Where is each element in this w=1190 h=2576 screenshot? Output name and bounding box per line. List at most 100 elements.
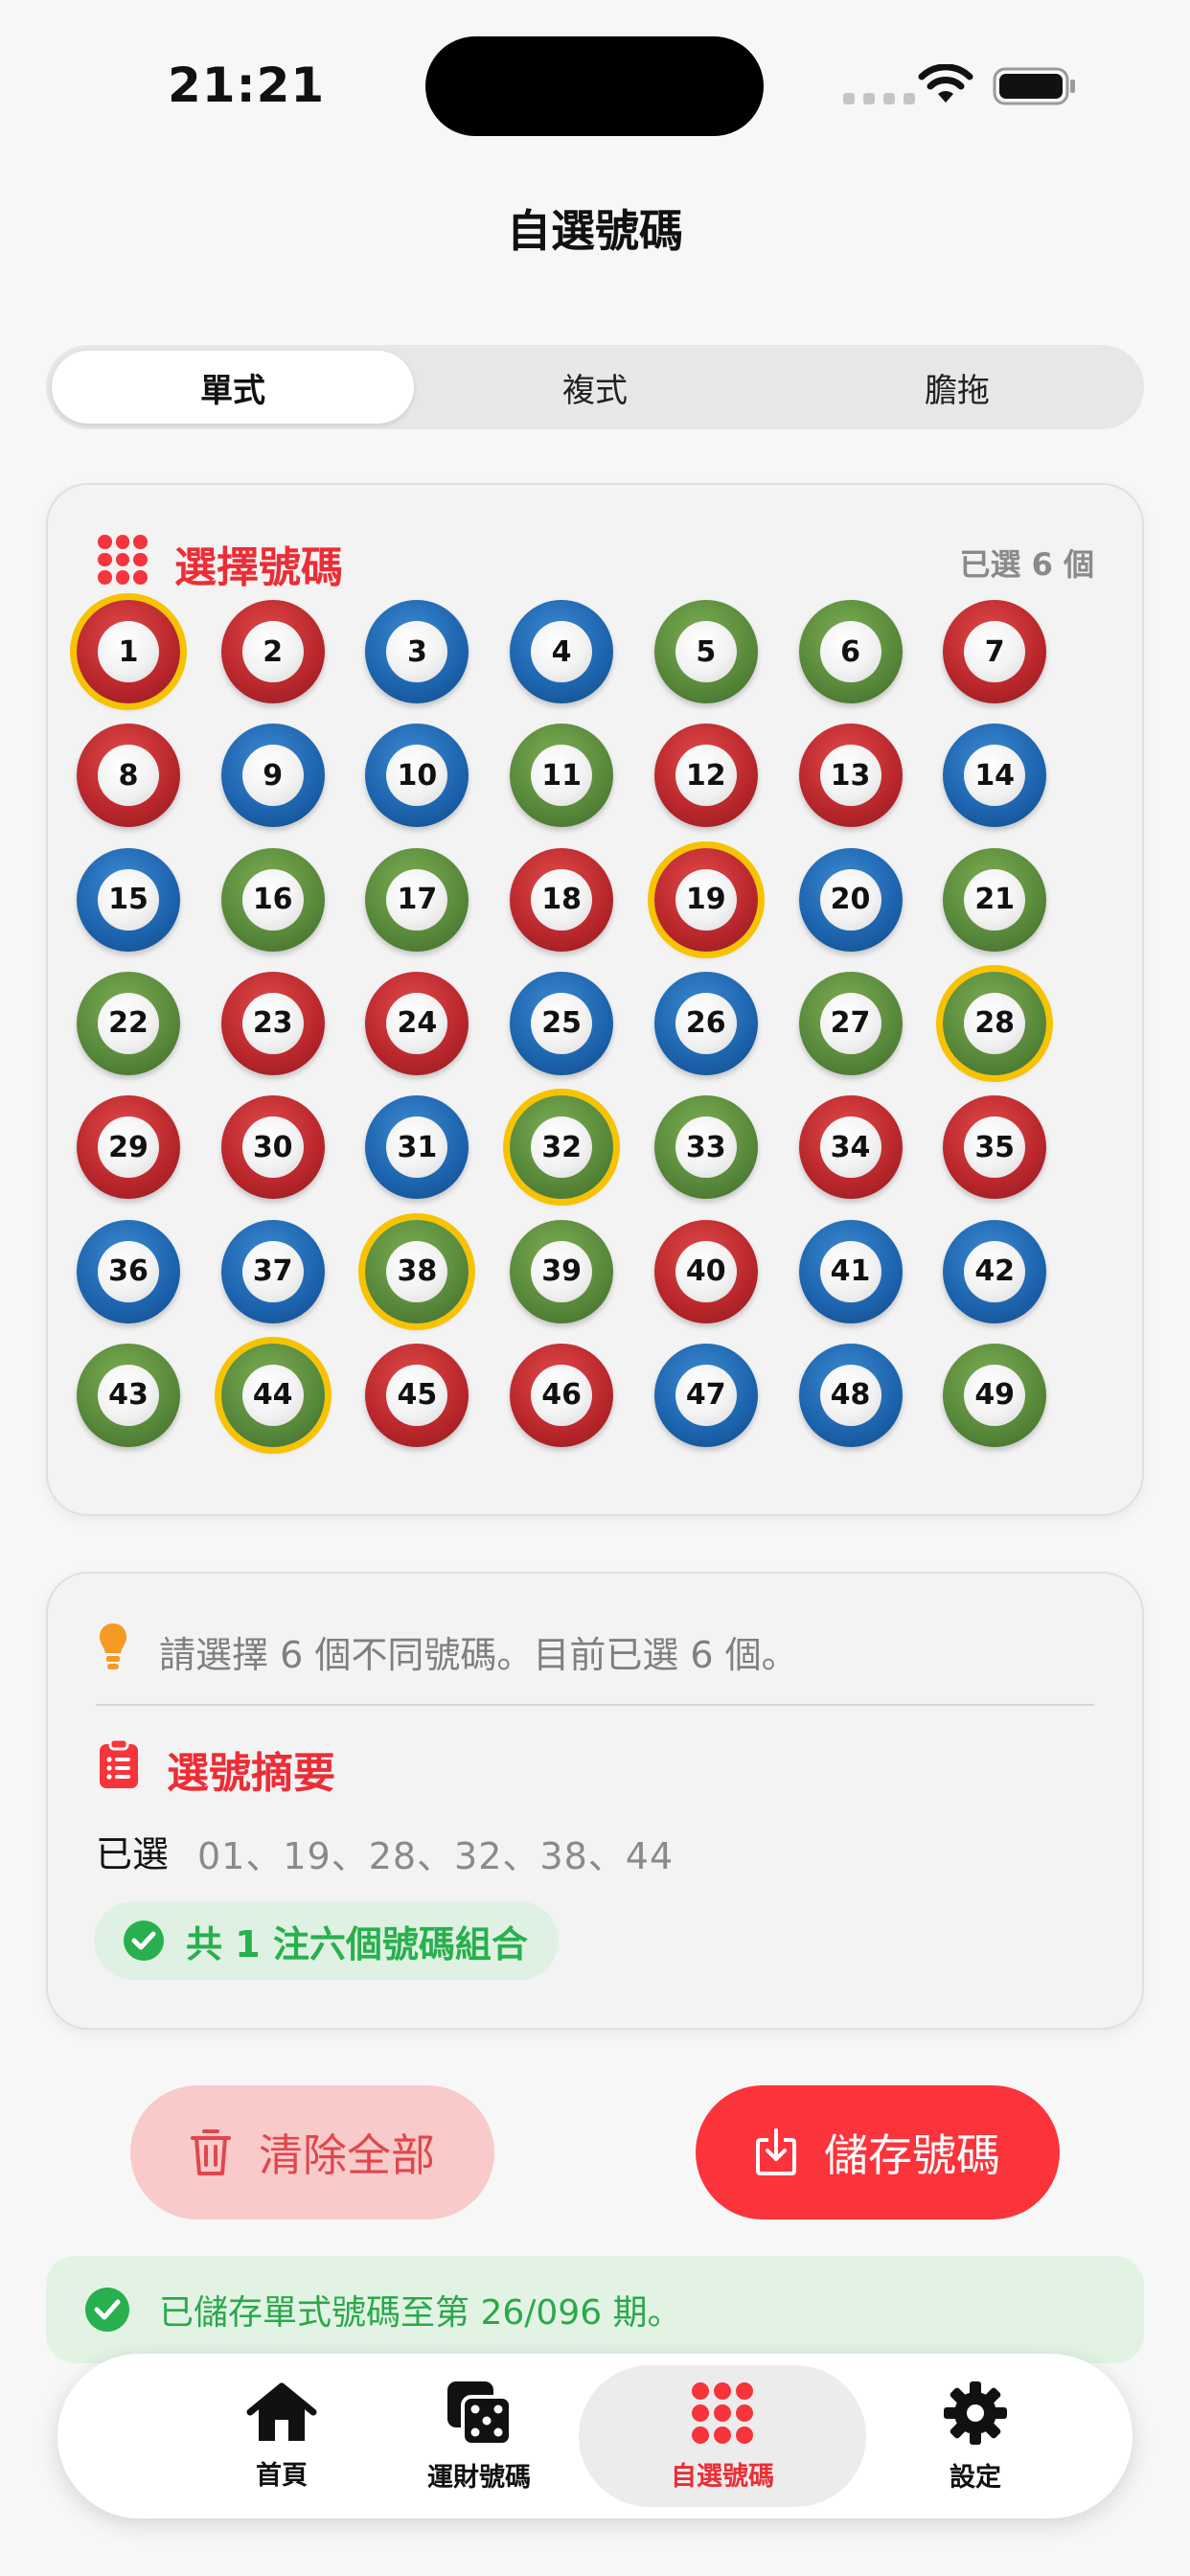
number-ball-label: 8 — [98, 745, 159, 807]
tab-label: 自選號碼 — [671, 2461, 774, 2492]
number-ball[interactable]: 16 — [220, 847, 325, 952]
clipboard-list-icon — [100, 1738, 138, 1788]
number-ball[interactable]: 42 — [943, 1219, 1047, 1323]
number-ball[interactable]: 2 — [220, 600, 325, 703]
number-ball[interactable]: 48 — [798, 1343, 903, 1447]
tab-settings[interactable]: 設定 — [841, 2354, 1110, 2518]
battery-icon — [993, 67, 1075, 105]
number-ball[interactable]: 11 — [510, 724, 614, 828]
tab-label: 設定 — [950, 2462, 1001, 2493]
number-ball[interactable]: 8 — [77, 724, 180, 828]
number-ball[interactable]: 26 — [653, 971, 758, 1075]
number-ball[interactable]: 1 — [77, 600, 180, 703]
number-ball[interactable]: 43 — [77, 1343, 180, 1447]
tab-multiple[interactable]: 複式 — [414, 351, 776, 424]
hint-text: 請選擇 6 個不同號碼。目前已選 6 個。 — [159, 1634, 798, 1676]
tab-lucky-numbers[interactable]: 運財號碼 — [345, 2354, 613, 2518]
number-ball[interactable]: 46 — [510, 1343, 614, 1447]
number-ball[interactable]: 35 — [943, 1095, 1047, 1200]
number-ball[interactable]: 21 — [943, 847, 1047, 952]
number-ball-label: 42 — [964, 1240, 1026, 1302]
number-ball[interactable]: 17 — [365, 847, 469, 952]
number-ball[interactable]: 18 — [510, 847, 614, 952]
number-ball-label: 3 — [386, 621, 448, 682]
number-ball-label: 11 — [531, 745, 593, 807]
number-ball[interactable]: 19 — [653, 847, 758, 952]
number-ball[interactable]: 14 — [943, 724, 1047, 828]
selected-label: 已選 — [96, 1833, 170, 1875]
dice-icon — [447, 2380, 513, 2447]
combination-text: 共 1 注六個號碼組合 — [186, 1922, 528, 1966]
number-ball-label: 46 — [531, 1364, 593, 1426]
number-ball[interactable]: 4 — [510, 600, 614, 703]
number-ball[interactable]: 6 — [798, 600, 903, 703]
number-ball-label: 22 — [98, 992, 159, 1054]
number-ball-label: 45 — [386, 1364, 448, 1426]
number-ball[interactable]: 44 — [220, 1343, 325, 1447]
number-ball[interactable]: 15 — [77, 847, 180, 952]
number-ball[interactable]: 40 — [653, 1219, 758, 1323]
number-ball-label: 16 — [241, 868, 304, 931]
number-ball-label: 17 — [386, 868, 448, 931]
save-numbers-button[interactable]: 儲存號碼 — [696, 2085, 1060, 2220]
lightbulb-icon — [100, 1623, 126, 1669]
wifi-icon — [918, 64, 973, 103]
number-ball-label: 40 — [675, 1240, 737, 1302]
number-ball[interactable]: 33 — [653, 1095, 758, 1200]
number-ball-label: 23 — [241, 992, 304, 1054]
number-ball[interactable]: 3 — [365, 600, 469, 703]
number-ball[interactable]: 29 — [77, 1095, 180, 1200]
number-ball[interactable]: 45 — [365, 1343, 469, 1447]
number-picker-card: 選擇號碼 已選 6 個 1 2 3 4 5 6 7 8 9 10 11 12 13 14 15 16 17 18 1… — [46, 483, 1144, 1516]
tab-single[interactable]: 單式 — [52, 351, 414, 424]
number-ball-label: 24 — [386, 992, 448, 1054]
number-ball[interactable]: 32 — [510, 1095, 614, 1200]
number-ball[interactable]: 12 — [653, 724, 758, 828]
number-ball[interactable]: 38 — [365, 1219, 469, 1323]
number-ball[interactable]: 5 — [653, 600, 758, 703]
summary-card: 請選擇 6 個不同號碼。目前已選 6 個。 選號摘要 已選 01、19、28、3… — [46, 1572, 1144, 2030]
number-ball[interactable]: 36 — [77, 1219, 180, 1323]
number-ball[interactable]: 13 — [798, 724, 903, 828]
number-ball[interactable]: 25 — [510, 971, 614, 1075]
number-ball[interactable]: 41 — [798, 1219, 903, 1323]
grid-dots-icon — [98, 535, 148, 585]
number-ball[interactable]: 24 — [365, 971, 469, 1075]
clear-all-label: 清除全部 — [259, 2129, 435, 2181]
number-ball[interactable]: 30 — [220, 1095, 325, 1200]
save-numbers-label: 儲存號碼 — [824, 2129, 1000, 2181]
check-circle-icon — [85, 2288, 129, 2332]
tab-label: 首頁 — [256, 2460, 308, 2491]
home-icon — [246, 2382, 317, 2441]
number-ball-label: 31 — [386, 1116, 448, 1179]
download-tray-icon — [756, 2128, 796, 2175]
number-ball-label: 48 — [819, 1364, 881, 1426]
number-ball[interactable]: 34 — [798, 1095, 903, 1200]
number-ball-label: 4 — [531, 621, 593, 682]
number-ball[interactable]: 27 — [798, 971, 903, 1075]
number-ball[interactable]: 37 — [220, 1219, 325, 1323]
number-ball[interactable]: 31 — [365, 1095, 469, 1200]
clear-all-button[interactable]: 清除全部 — [130, 2085, 494, 2220]
number-ball[interactable]: 49 — [943, 1343, 1047, 1447]
number-ball[interactable]: 7 — [943, 600, 1047, 703]
number-ball-label: 33 — [675, 1116, 737, 1179]
number-ball-label: 28 — [964, 992, 1026, 1054]
number-ball[interactable]: 23 — [220, 971, 325, 1075]
number-ball[interactable]: 47 — [653, 1343, 758, 1447]
bottom-tab-bar: 首頁 運財號碼 自選號碼 設定 — [57, 2354, 1133, 2518]
number-ball[interactable]: 28 — [943, 971, 1047, 1075]
trash-icon — [191, 2129, 231, 2175]
number-ball-label: 20 — [819, 868, 881, 931]
number-ball[interactable]: 10 — [365, 724, 469, 828]
number-ball[interactable]: 20 — [798, 847, 903, 952]
number-ball[interactable]: 22 — [77, 971, 180, 1075]
summary-title: 選號摘要 — [167, 1749, 335, 1798]
tab-banker[interactable]: 膽拖 — [776, 351, 1138, 424]
number-ball[interactable]: 39 — [510, 1219, 614, 1323]
tab-label: 運財號碼 — [427, 2462, 531, 2493]
tab-self-pick[interactable]: 自選號碼 — [588, 2354, 857, 2518]
number-ball[interactable]: 9 — [220, 724, 325, 828]
number-ball-label: 21 — [964, 868, 1026, 931]
number-ball-label: 19 — [675, 868, 737, 931]
